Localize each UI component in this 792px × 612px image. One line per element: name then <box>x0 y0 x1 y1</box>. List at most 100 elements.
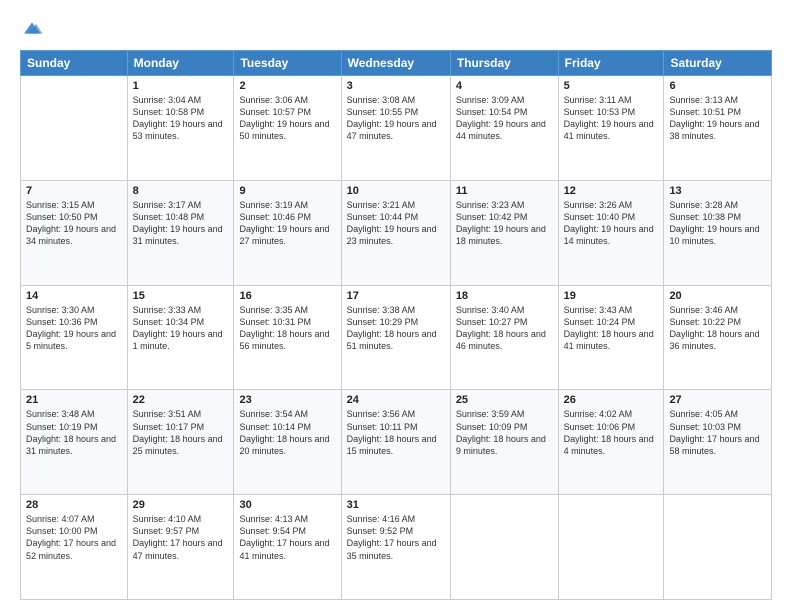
calendar-cell: 13 Sunrise: 3:28 AMSunset: 10:38 PMDaylig… <box>664 180 772 285</box>
day-info: Sunrise: 3:13 AMSunset: 10:51 PMDaylight… <box>669 94 766 143</box>
calendar-week-row: 7 Sunrise: 3:15 AMSunset: 10:50 PMDayligh… <box>21 180 772 285</box>
day-info: Sunrise: 4:02 AMSunset: 10:06 PMDaylight… <box>564 408 659 457</box>
calendar-cell: 20 Sunrise: 3:46 AMSunset: 10:22 PMDaylig… <box>664 285 772 390</box>
calendar-cell: 12 Sunrise: 3:26 AMSunset: 10:40 PMDaylig… <box>558 180 664 285</box>
day-number: 1 <box>133 80 229 92</box>
day-info: Sunrise: 3:06 AMSunset: 10:57 PMDaylight… <box>239 94 335 143</box>
calendar-cell: 4 Sunrise: 3:09 AMSunset: 10:54 PMDayligh… <box>450 76 558 181</box>
day-number: 29 <box>133 499 229 511</box>
day-info: Sunrise: 3:40 AMSunset: 10:27 PMDaylight… <box>456 304 553 353</box>
weekday-header-wednesday: Wednesday <box>341 51 450 76</box>
calendar-cell: 27Sunrise: 4:05 AMSunset: 10:03 PMDaylig… <box>664 390 772 495</box>
day-number: 20 <box>669 290 766 302</box>
day-number: 10 <box>347 185 445 197</box>
day-info: Sunrise: 3:15 AMSunset: 10:50 PMDaylight… <box>26 199 122 248</box>
day-number: 14 <box>26 290 122 302</box>
day-number: 19 <box>564 290 659 302</box>
day-info: Sunrise: 3:43 AMSunset: 10:24 PMDaylight… <box>564 304 659 353</box>
day-number: 6 <box>669 80 766 92</box>
calendar-cell: 24Sunrise: 3:56 AMSunset: 10:11 PMDaylig… <box>341 390 450 495</box>
day-info: Sunrise: 3:11 AMSunset: 10:53 PMDaylight… <box>564 94 659 143</box>
calendar-cell: 14 Sunrise: 3:30 AMSunset: 10:36 PMDaylig… <box>21 285 128 390</box>
day-number: 31 <box>347 499 445 511</box>
calendar-cell: 7 Sunrise: 3:15 AMSunset: 10:50 PMDayligh… <box>21 180 128 285</box>
weekday-header-tuesday: Tuesday <box>234 51 341 76</box>
day-info: Sunrise: 3:19 AMSunset: 10:46 PMDaylight… <box>239 199 335 248</box>
calendar-cell: 26 Sunrise: 4:02 AMSunset: 10:06 PMDaylig… <box>558 390 664 495</box>
day-info: Sunrise: 3:28 AMSunset: 10:38 PMDaylight… <box>669 199 766 248</box>
calendar-cell: 25Sunrise: 3:59 AMSunset: 10:09 PMDaylig… <box>450 390 558 495</box>
calendar-cell: 8Sunrise: 3:17 AMSunset: 10:48 PMDayligh… <box>127 180 234 285</box>
calendar-cell: 28 Sunrise: 4:07 AMSunset: 10:00 PMDaylig… <box>21 495 128 600</box>
calendar-cell <box>450 495 558 600</box>
calendar-cell: 3 Sunrise: 3:08 AMSunset: 10:55 PMDayligh… <box>341 76 450 181</box>
day-info: Sunrise: 3:04 AMSunset: 10:58 PMDaylight… <box>133 94 229 143</box>
calendar-week-row: 21 Sunrise: 3:48 AMSunset: 10:19 PMDaylig… <box>21 390 772 495</box>
weekday-header-thursday: Thursday <box>450 51 558 76</box>
calendar-cell: 19 Sunrise: 3:43 AMSunset: 10:24 PMDaylig… <box>558 285 664 390</box>
calendar-week-row: 14 Sunrise: 3:30 AMSunset: 10:36 PMDaylig… <box>21 285 772 390</box>
calendar-cell: 2 Sunrise: 3:06 AMSunset: 10:57 PMDayligh… <box>234 76 341 181</box>
day-number: 7 <box>26 185 122 197</box>
day-number: 16 <box>239 290 335 302</box>
day-number: 9 <box>239 185 335 197</box>
day-info: Sunrise: 3:09 AMSunset: 10:54 PMDaylight… <box>456 94 553 143</box>
weekday-header-monday: Monday <box>127 51 234 76</box>
calendar-cell <box>664 495 772 600</box>
day-info: Sunrise: 3:23 AMSunset: 10:42 PMDaylight… <box>456 199 553 248</box>
calendar-cell: 10 Sunrise: 3:21 AMSunset: 10:44 PMDaylig… <box>341 180 450 285</box>
day-info: Sunrise: 3:54 AMSunset: 10:14 PMDaylight… <box>239 408 335 457</box>
day-info: Sunrise: 4:10 AMSunset: 9:57 PMDaylight:… <box>133 513 229 562</box>
day-info: Sunrise: 3:26 AMSunset: 10:40 PMDaylight… <box>564 199 659 248</box>
day-number: 5 <box>564 80 659 92</box>
day-info: Sunrise: 3:08 AMSunset: 10:55 PMDaylight… <box>347 94 445 143</box>
day-number: 21 <box>26 394 122 406</box>
day-info: Sunrise: 4:07 AMSunset: 10:00 PMDaylight… <box>26 513 122 562</box>
day-info: Sunrise: 3:59 AMSunset: 10:09 PMDaylight… <box>456 408 553 457</box>
day-info: Sunrise: 3:51 AMSunset: 10:17 PMDaylight… <box>133 408 229 457</box>
calendar-week-row: 1 Sunrise: 3:04 AMSunset: 10:58 PMDayligh… <box>21 76 772 181</box>
calendar-cell <box>558 495 664 600</box>
calendar-cell: 23 Sunrise: 3:54 AMSunset: 10:14 PMDaylig… <box>234 390 341 495</box>
day-info: Sunrise: 3:33 AMSunset: 10:34 PMDaylight… <box>133 304 229 353</box>
weekday-header-row: SundayMondayTuesdayWednesdayThursdayFrid… <box>21 51 772 76</box>
calendar-cell: 18 Sunrise: 3:40 AMSunset: 10:27 PMDaylig… <box>450 285 558 390</box>
day-number: 26 <box>564 394 659 406</box>
calendar-cell: 1 Sunrise: 3:04 AMSunset: 10:58 PMDayligh… <box>127 76 234 181</box>
day-number: 11 <box>456 185 553 197</box>
day-info: Sunrise: 3:30 AMSunset: 10:36 PMDaylight… <box>26 304 122 353</box>
day-info: Sunrise: 3:38 AMSunset: 10:29 PMDaylight… <box>347 304 445 353</box>
day-info: Sunrise: 4:16 AMSunset: 9:52 PMDaylight:… <box>347 513 445 562</box>
calendar-cell: 6 Sunrise: 3:13 AMSunset: 10:51 PMDayligh… <box>664 76 772 181</box>
weekday-header-friday: Friday <box>558 51 664 76</box>
calendar-cell: 9 Sunrise: 3:19 AMSunset: 10:46 PMDayligh… <box>234 180 341 285</box>
day-number: 12 <box>564 185 659 197</box>
day-number: 2 <box>239 80 335 92</box>
day-number: 3 <box>347 80 445 92</box>
day-number: 15 <box>133 290 229 302</box>
calendar-page: SundayMondayTuesdayWednesdayThursdayFrid… <box>0 0 792 612</box>
day-info: Sunrise: 4:13 AMSunset: 9:54 PMDaylight:… <box>239 513 335 562</box>
day-number: 4 <box>456 80 553 92</box>
weekday-header-saturday: Saturday <box>664 51 772 76</box>
logo-icon <box>20 16 44 40</box>
day-info: Sunrise: 3:56 AMSunset: 10:11 PMDaylight… <box>347 408 445 457</box>
calendar-cell: 11 Sunrise: 3:23 AMSunset: 10:42 PMDaylig… <box>450 180 558 285</box>
day-number: 13 <box>669 185 766 197</box>
day-info: Sunrise: 3:46 AMSunset: 10:22 PMDaylight… <box>669 304 766 353</box>
calendar-cell: 21 Sunrise: 3:48 AMSunset: 10:19 PMDaylig… <box>21 390 128 495</box>
day-info: Sunrise: 3:35 AMSunset: 10:31 PMDaylight… <box>239 304 335 353</box>
day-number: 23 <box>239 394 335 406</box>
logo <box>20 16 48 40</box>
weekday-header-sunday: Sunday <box>21 51 128 76</box>
day-number: 27 <box>669 394 766 406</box>
day-number: 28 <box>26 499 122 511</box>
calendar-table: SundayMondayTuesdayWednesdayThursdayFrid… <box>20 50 772 600</box>
day-info: Sunrise: 3:17 AMSunset: 10:48 PMDaylight… <box>133 199 229 248</box>
day-number: 18 <box>456 290 553 302</box>
day-number: 22 <box>133 394 229 406</box>
calendar-cell: 16 Sunrise: 3:35 AMSunset: 10:31 PMDaylig… <box>234 285 341 390</box>
calendar-cell <box>21 76 128 181</box>
day-info: Sunrise: 3:48 AMSunset: 10:19 PMDaylight… <box>26 408 122 457</box>
day-info: Sunrise: 3:21 AMSunset: 10:44 PMDaylight… <box>347 199 445 248</box>
